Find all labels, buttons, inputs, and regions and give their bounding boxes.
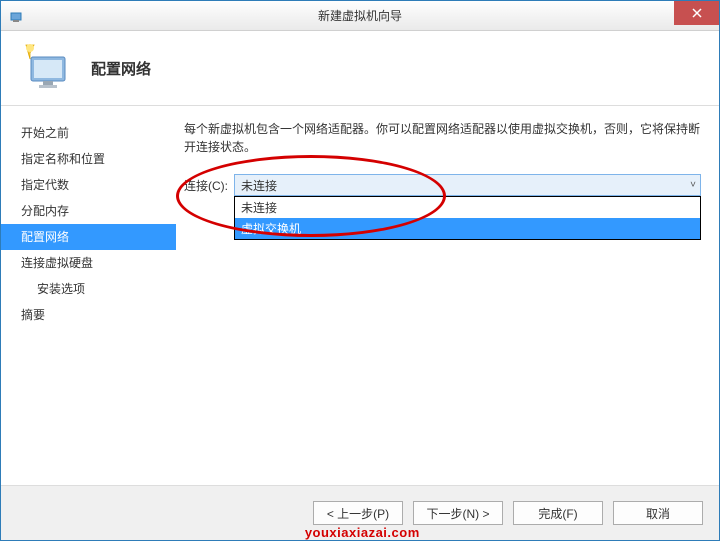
chevron-down-icon: ˅ bbox=[690, 180, 696, 191]
wizard-footer: < 上一步(P) 下一步(N) > 完成(F) 取消 bbox=[1, 485, 719, 540]
sidebar-item-network[interactable]: 配置网络 bbox=[1, 224, 176, 250]
sidebar-item-virtual-disk[interactable]: 连接虚拟硬盘 bbox=[1, 250, 176, 276]
close-button[interactable] bbox=[674, 1, 719, 25]
wizard-header: 配置网络 bbox=[1, 31, 719, 106]
sidebar-item-memory[interactable]: 分配内存 bbox=[1, 198, 176, 224]
sidebar-item-before-begin[interactable]: 开始之前 bbox=[1, 120, 176, 146]
close-icon bbox=[692, 8, 702, 18]
connection-selected-value: 未连接 bbox=[241, 177, 277, 194]
main-panel: 每个新虚拟机包含一个网络适配器。你可以配置网络适配器以使用虚拟交换机，否则，它将… bbox=[176, 106, 719, 485]
sidebar-item-summary[interactable]: 摘要 bbox=[1, 302, 176, 328]
previous-button[interactable]: < 上一步(P) bbox=[313, 501, 403, 525]
wizard-window: 新建虚拟机向导 配置网络 开始之前 指定名称和位置 指定代数 分配内存 配置网络… bbox=[0, 0, 720, 541]
connection-select-wrap: 未连接 ˅ 未连接 虚拟交换机 bbox=[234, 174, 701, 196]
page-title: 配置网络 bbox=[91, 58, 151, 79]
monitor-icon bbox=[21, 43, 71, 93]
connection-field-row: 连接(C): 未连接 ˅ 未连接 虚拟交换机 bbox=[184, 174, 701, 196]
connection-dropdown: 未连接 虚拟交换机 bbox=[234, 196, 701, 240]
sidebar-item-generation[interactable]: 指定代数 bbox=[1, 172, 176, 198]
connection-label: 连接(C): bbox=[184, 174, 228, 194]
wizard-steps-sidebar: 开始之前 指定名称和位置 指定代数 分配内存 配置网络 连接虚拟硬盘 安装选项 … bbox=[1, 106, 176, 485]
dropdown-option-virtual-switch[interactable]: 虚拟交换机 bbox=[235, 218, 700, 239]
content-area: 开始之前 指定名称和位置 指定代数 分配内存 配置网络 连接虚拟硬盘 安装选项 … bbox=[1, 106, 719, 485]
step-description: 每个新虚拟机包含一个网络适配器。你可以配置网络适配器以使用虚拟交换机，否则，它将… bbox=[184, 120, 701, 156]
connection-select[interactable]: 未连接 ˅ bbox=[234, 174, 701, 196]
cancel-button[interactable]: 取消 bbox=[613, 501, 703, 525]
dropdown-option-not-connected[interactable]: 未连接 bbox=[235, 197, 700, 218]
window-title: 新建虚拟机向导 bbox=[1, 7, 719, 24]
titlebar: 新建虚拟机向导 bbox=[1, 1, 719, 31]
sidebar-item-install-options[interactable]: 安装选项 bbox=[1, 276, 176, 302]
sidebar-item-name-location[interactable]: 指定名称和位置 bbox=[1, 146, 176, 172]
next-button[interactable]: 下一步(N) > bbox=[413, 501, 503, 525]
finish-button[interactable]: 完成(F) bbox=[513, 501, 603, 525]
